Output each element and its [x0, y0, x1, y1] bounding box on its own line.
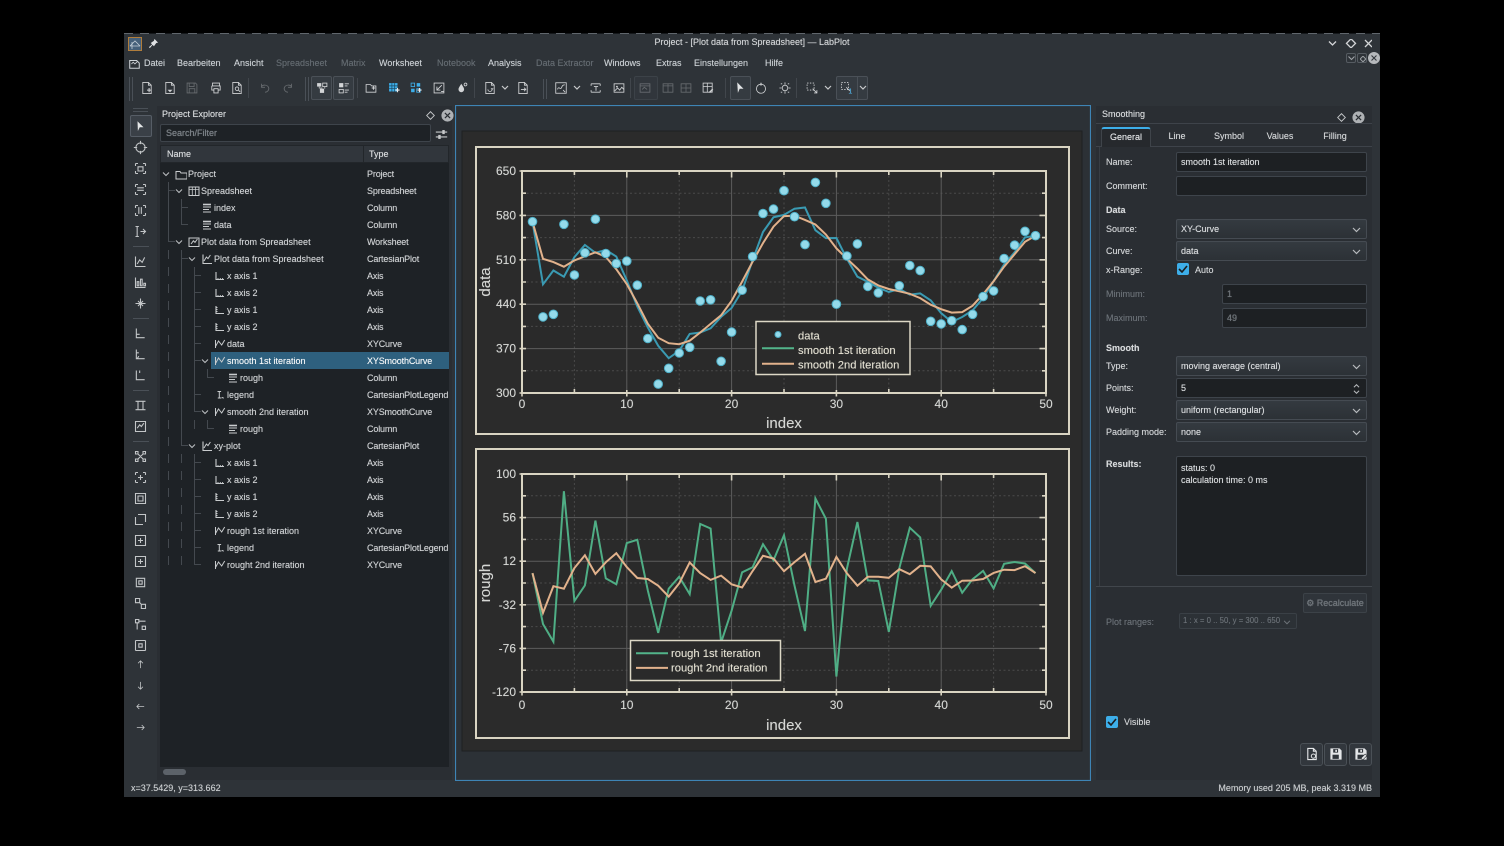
svg-text:20: 20: [725, 397, 739, 411]
svg-text:0: 0: [519, 698, 526, 712]
svg-text:40: 40: [935, 698, 949, 712]
svg-text:580: 580: [496, 208, 516, 222]
svg-text:1: 1: [848, 89, 852, 95]
svg-text:10: 10: [620, 698, 634, 712]
svg-text:-32: -32: [499, 598, 517, 612]
svg-text:-76: -76: [499, 641, 517, 655]
svg-text:-120: -120: [492, 685, 516, 699]
svg-text:510: 510: [496, 253, 516, 267]
svg-text:data: data: [798, 331, 821, 343]
svg-text:30: 30: [830, 397, 844, 411]
svg-text:smooth 2nd iteration: smooth 2nd iteration: [798, 360, 899, 372]
svg-text:370: 370: [496, 342, 516, 356]
svg-text:20: 20: [725, 698, 739, 712]
svg-text:440: 440: [496, 297, 516, 311]
svg-text:rought 2nd iteration: rought 2nd iteration: [671, 663, 767, 675]
svg-text:index: index: [766, 717, 802, 734]
svg-text:10: 10: [620, 397, 634, 411]
svg-text:40: 40: [935, 397, 949, 411]
svg-text:0: 0: [519, 397, 526, 411]
svg-text:50: 50: [1039, 698, 1053, 712]
svg-text:30: 30: [830, 698, 844, 712]
svg-text:650: 650: [496, 164, 516, 178]
svg-text:smooth 1st iteration: smooth 1st iteration: [798, 345, 896, 357]
svg-text:rough 1st iteration: rough 1st iteration: [671, 648, 761, 660]
svg-text:300: 300: [496, 386, 516, 400]
svg-text:rough: rough: [477, 564, 494, 602]
svg-text:index: index: [766, 415, 802, 432]
svg-text:data: data: [477, 267, 494, 297]
svg-text:50: 50: [1039, 397, 1053, 411]
svg-text:56: 56: [503, 511, 517, 525]
svg-text:100: 100: [496, 467, 516, 481]
svg-text:12: 12: [503, 554, 517, 568]
